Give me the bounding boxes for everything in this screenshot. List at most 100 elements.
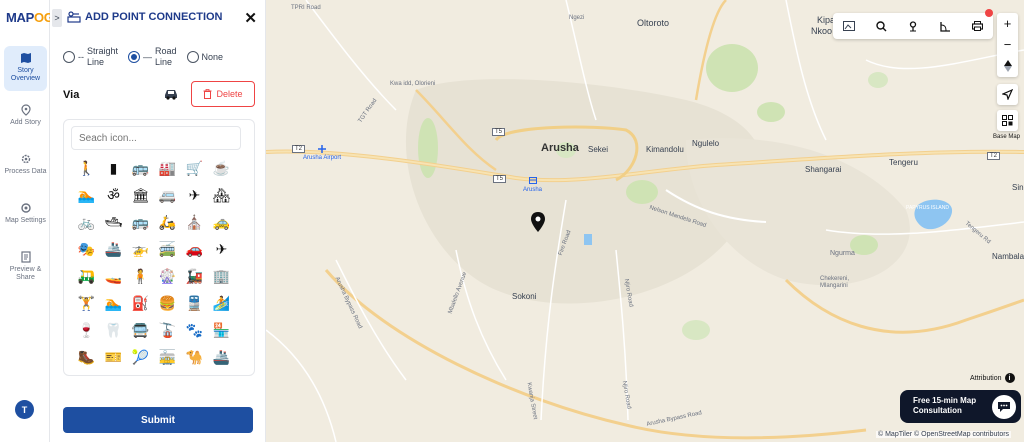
icon-option[interactable]: 🏢	[208, 263, 235, 290]
rail-item-label: Map Settings	[5, 217, 46, 224]
radio-circle[interactable]	[128, 51, 141, 63]
icon-option[interactable]: 🚕	[208, 209, 235, 236]
icon-option[interactable]: 🏛	[127, 182, 154, 209]
map-canvas[interactable]: TPRI Road Ngezi Oltoroto Kipa Nkoo Kwa i…	[266, 0, 1024, 442]
search-icon-input[interactable]	[71, 126, 241, 150]
print-icon[interactable]	[969, 18, 985, 34]
radio-none[interactable]: None	[186, 51, 223, 63]
icon-option[interactable]: 🚤	[100, 263, 127, 290]
compass-icon	[1003, 59, 1012, 72]
zoom-out-button[interactable]: −	[997, 34, 1018, 55]
rail-item-add-story[interactable]: Add Story	[4, 98, 47, 143]
icon-option[interactable]: 🚁	[127, 236, 154, 263]
icon-option[interactable]: 🚐	[154, 182, 181, 209]
icon-option[interactable]: 🚌	[127, 209, 154, 236]
icon-option[interactable]: 🚋	[154, 344, 181, 371]
icon-option[interactable]: 🍔	[154, 290, 181, 317]
icon-option[interactable]: 🥾	[73, 344, 100, 371]
icon-option[interactable]: 🏘	[208, 182, 235, 209]
location-pin-icon[interactable]	[530, 212, 546, 232]
icon-option[interactable]: ⛪	[181, 209, 208, 236]
map-label-tengeru: Tengeru	[889, 158, 918, 167]
radio-straight-line[interactable]: -- Straight Line	[63, 46, 118, 68]
submit-button[interactable]: Submit	[63, 407, 253, 433]
icon-option[interactable]: 🚲	[73, 209, 100, 236]
map-search-image-icon[interactable]	[841, 18, 857, 34]
free-consultation-widget[interactable]: Free 15-min Map Consultation	[900, 390, 1021, 423]
collapse-panel-toggle[interactable]: >	[52, 9, 62, 27]
map-basemap	[266, 0, 1024, 442]
icon-option[interactable]: 🛵	[154, 209, 181, 236]
search-icon[interactable]	[873, 18, 889, 34]
icon-option[interactable]: ✈	[208, 236, 235, 263]
compass-button[interactable]	[997, 55, 1018, 76]
map-copyright[interactable]: © MapTiler © OpenStreetMap contributors	[876, 431, 1012, 438]
location-marker-icon[interactable]	[905, 18, 921, 34]
map-label-nambala: Nambala	[992, 252, 1024, 261]
rail-item-label: Story Overview	[10, 67, 41, 82]
trash-icon	[203, 89, 212, 99]
icon-option[interactable]: 🛥	[100, 209, 127, 236]
measure-icon[interactable]	[937, 18, 953, 34]
icon-option[interactable]: 🚌	[127, 155, 154, 182]
icon-option[interactable]: 🚗	[181, 236, 208, 263]
zoom-in-button[interactable]: +	[997, 13, 1018, 34]
icon-option[interactable]: ☕	[208, 155, 235, 182]
pin-icon	[20, 104, 31, 116]
icon-option[interactable]: ⛽	[127, 290, 154, 317]
base-map-label: Base Map	[993, 134, 1021, 140]
radio-label: Road Line	[155, 46, 177, 67]
mapog-logo[interactable]: MAPOG	[6, 10, 54, 25]
icon-option[interactable]: 🚍	[127, 317, 154, 344]
map-label-ngezi: Ngezi	[569, 15, 585, 21]
icon-option[interactable]: 🚆	[181, 290, 208, 317]
rail-item-preview-share[interactable]: Preview & Share	[4, 245, 47, 290]
geolocate-button[interactable]	[997, 84, 1018, 105]
icon-option[interactable]: 🚂	[181, 263, 208, 290]
icon-option[interactable]: 🏊	[100, 290, 127, 317]
icon-option[interactable]: 🏊	[73, 182, 100, 209]
icon-option[interactable]: 🐾	[181, 317, 208, 344]
icon-option[interactable]: 🎭	[73, 236, 100, 263]
car-icon[interactable]	[163, 87, 179, 101]
icon-option[interactable]: 🛒	[181, 155, 208, 182]
close-icon[interactable]: ✕	[244, 9, 257, 27]
settings-icon	[20, 203, 31, 213]
icon-option[interactable]: ॐ	[100, 182, 127, 209]
icon-option[interactable]: 🎡	[154, 263, 181, 290]
icon-option[interactable]: 🚡	[154, 317, 181, 344]
rail-item-story-overview[interactable]: Story Overview	[4, 46, 47, 91]
rail-item-process-data[interactable]: Process Data	[4, 147, 47, 192]
icon-option[interactable]: 🦷	[100, 317, 127, 344]
icon-option[interactable]: 🚎	[154, 236, 181, 263]
icon-option[interactable]: 🛺	[73, 263, 100, 290]
icon-option[interactable]: ▮	[100, 155, 127, 182]
icon-option[interactable]: 🧍	[127, 263, 154, 290]
attribution-toggle[interactable]: Attribution i	[970, 373, 1015, 383]
delete-button[interactable]: Delete	[191, 81, 255, 107]
map-label-ngurma: Ngurma	[830, 250, 855, 257]
via-label: Via	[63, 89, 80, 101]
icon-option[interactable]: ✈	[181, 182, 208, 209]
map-label-kwa-idd: Kwa idd, Olorieni	[390, 81, 436, 87]
icon-option[interactable]: 🍷	[73, 317, 100, 344]
close-toolbar-dot[interactable]	[985, 9, 993, 17]
rail-item-map-settings[interactable]: Map Settings	[4, 196, 47, 241]
icon-option[interactable]: 🚢	[100, 236, 127, 263]
icon-option[interactable]: 🏋	[73, 290, 100, 317]
icon-option[interactable]: 🏭	[154, 155, 181, 182]
icon-option[interactable]: 🏪	[208, 317, 235, 344]
chat-button[interactable]	[992, 395, 1016, 419]
rail-item-label: Process Data	[4, 168, 47, 175]
base-map-button[interactable]	[997, 110, 1018, 131]
radio-circle[interactable]	[63, 51, 75, 63]
radio-circle[interactable]	[186, 51, 199, 63]
icon-option[interactable]: 🚶	[73, 155, 100, 182]
radio-road-line[interactable]: — Road Line	[128, 46, 177, 68]
icon-option[interactable]: 🐪	[181, 344, 208, 371]
user-avatar[interactable]: T	[15, 400, 34, 419]
icon-option[interactable]: 🎫	[100, 344, 127, 371]
icon-option[interactable]: 🎾	[127, 344, 154, 371]
icon-option[interactable]: 🚢	[208, 344, 235, 371]
icon-option[interactable]: 🏄	[208, 290, 235, 317]
